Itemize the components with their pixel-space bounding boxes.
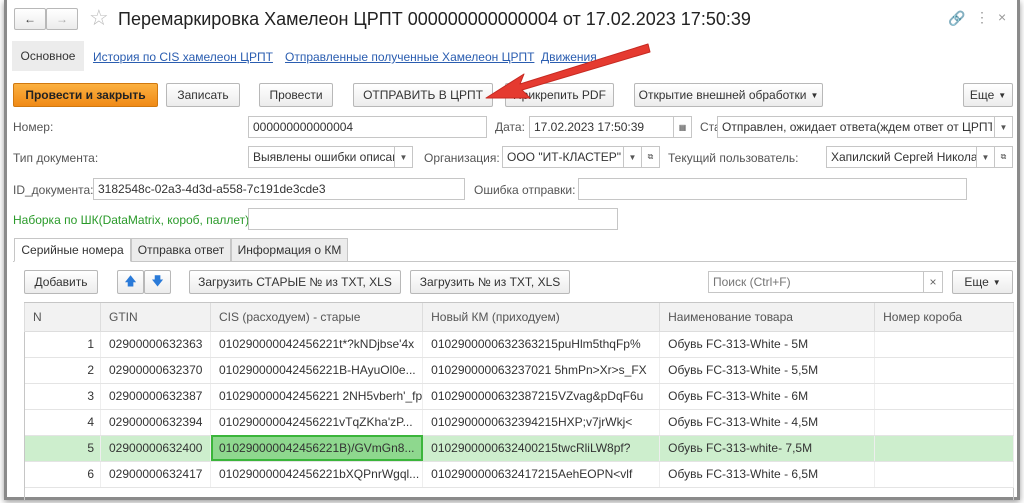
red-arrow-icon: [485, 43, 651, 99]
annotation-arrow: [485, 43, 651, 99]
